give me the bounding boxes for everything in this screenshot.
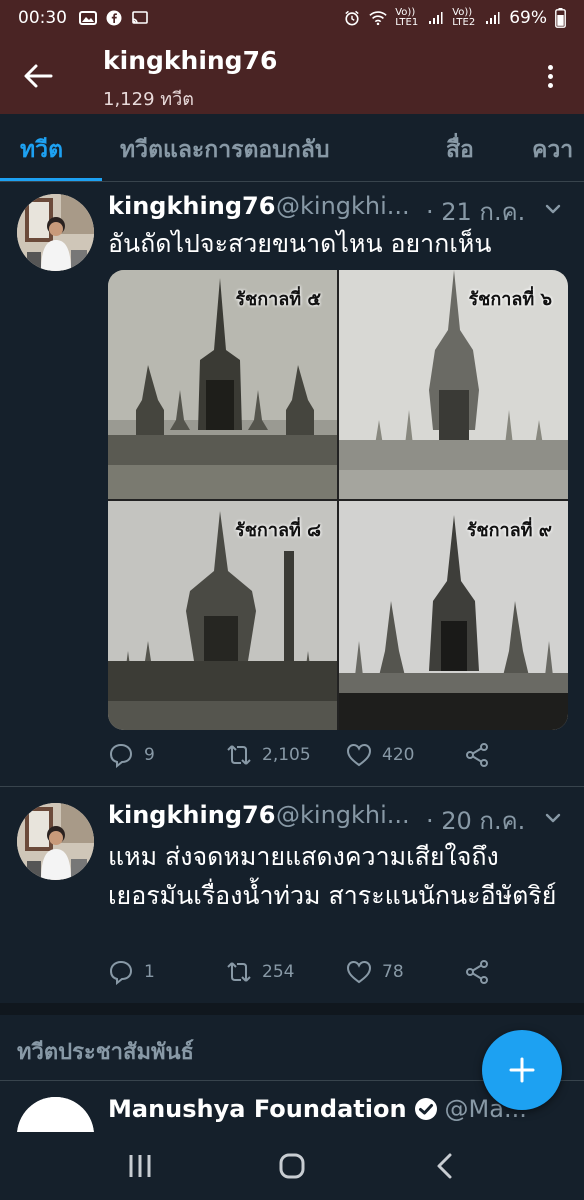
reply-count: 9 (144, 745, 155, 765)
tweet[interactable]: kingkhing76 @kingkhi... · 20 ก.ค. แหม ส่… (0, 787, 584, 1003)
share-button[interactable] (464, 742, 490, 768)
status-time: 00:30 (18, 8, 67, 28)
reply-button[interactable]: 9 (108, 742, 155, 768)
back-nav-icon (437, 1153, 452, 1179)
tweet-photo[interactable]: รัชกาลที่ ๙ (339, 501, 568, 730)
avatar[interactable] (17, 194, 94, 271)
tab-media[interactable]: สื่อ (446, 132, 474, 168)
status-bar: 00:30 Vo)) LTE1 Vo)) LTE2 69% (0, 0, 584, 36)
recents-icon (129, 1155, 151, 1177)
more-options-button[interactable] (540, 58, 560, 94)
tweet-count: 1,129 ทวีต (103, 89, 194, 110)
sim1-label: LTE1 (395, 17, 419, 28)
section-separator (0, 1003, 584, 1015)
share-button[interactable] (464, 959, 490, 985)
reply-count: 1 (144, 962, 155, 982)
share-icon (466, 743, 488, 767)
photo-caption: รัชกาลที่ ๙ (466, 520, 552, 541)
tweet-author-name[interactable]: kingkhing76 (108, 192, 275, 220)
tweet[interactable]: kingkhing76 @kingkhi... · 21 ก.ค. อันถัด… (0, 182, 584, 786)
avatar[interactable] (17, 803, 94, 880)
chevron-down-icon[interactable] (544, 200, 562, 218)
recents-button[interactable] (120, 1150, 160, 1182)
alarm-icon (345, 10, 359, 26)
reply-button[interactable]: 1 (108, 959, 155, 985)
retweet-icon (227, 962, 251, 982)
like-button[interactable]: 420 (346, 742, 414, 768)
share-icon (466, 960, 488, 984)
tweet-author-name[interactable]: kingkhing76 (108, 801, 275, 829)
retweet-button[interactable]: 254 (226, 959, 294, 985)
profile-title: kingkhing76 (103, 46, 278, 75)
like-icon (346, 960, 372, 984)
tweet-actions: 9 2,105 420 (108, 742, 558, 774)
tab-tweets-and-replies[interactable]: ทวีตและการตอบกลับ (120, 132, 329, 168)
photo-caption: รัชกาลที่ ๘ (235, 520, 321, 541)
like-button[interactable]: 78 (346, 959, 404, 985)
tweet-text: แหม ส่งจดหมายแสดงความเสียใจถึงเยอรมันเรื… (108, 842, 557, 910)
plus-icon (509, 1057, 535, 1083)
home-icon (279, 1153, 305, 1179)
manushya-logo-icon (17, 1097, 94, 1132)
photo-caption: รัชกาลที่ ๖ (468, 289, 552, 310)
reply-icon (109, 960, 133, 985)
battery-icon (555, 8, 566, 28)
facebook-icon (106, 10, 122, 26)
verified-icon (414, 1098, 437, 1120)
compose-tweet-button[interactable] (482, 1030, 562, 1110)
retweet-icon (227, 745, 251, 765)
reply-icon (109, 743, 133, 768)
system-navigation-bar (0, 1132, 584, 1200)
photo-caption: รัชกาลที่ ๕ (235, 289, 321, 310)
cast-icon (132, 11, 148, 24)
sim2-label: LTE2 (452, 17, 476, 28)
promoted-author-name: Manushya Foundation (108, 1095, 407, 1123)
back-arrow-icon (24, 64, 53, 88)
tab-tweets[interactable]: ทวีต (20, 132, 63, 168)
promoted-author[interactable]: Manushya Foundation @Ma... (108, 1095, 527, 1123)
home-button[interactable] (272, 1150, 312, 1182)
battery-percent: 69% (509, 8, 547, 28)
signal-icon (429, 12, 443, 24)
avatar-photo (17, 803, 94, 880)
tweet-photo[interactable]: รัชกาลที่ ๕ (108, 270, 337, 499)
wifi-icon (369, 11, 387, 26)
profile-header: kingkhing76 1,129 ทวีต (0, 36, 584, 114)
tweet-author-handle[interactable]: @kingkhi... (276, 192, 410, 220)
chevron-down-icon[interactable] (544, 809, 562, 827)
tweet-photo[interactable]: รัชกาลที่ ๘ (108, 501, 337, 730)
tweet-photo-grid[interactable]: รัชกาลที่ ๕ รัชกาลที่ ๖ รัชกาลที่ ๘ รัชก… (108, 270, 568, 730)
profile-tabs: ทวีต ทวีตและการตอบกลับ สื่อ ควา (0, 114, 584, 182)
tweet-author-handle[interactable]: @kingkhi... (276, 801, 410, 829)
retweet-count: 254 (262, 962, 295, 982)
signal-icon (486, 12, 500, 24)
like-count: 78 (382, 962, 404, 982)
gallery-icon (79, 11, 97, 25)
related-tweets-title: ทวีตประชาสัมพันธ์ (17, 1040, 194, 1065)
back-nav-button[interactable] (424, 1150, 464, 1182)
tweet-text: อันถัดไปจะสวยขนาดไหน อยากเห็น (108, 229, 492, 258)
avatar-photo (17, 194, 94, 271)
tweet-photo[interactable]: รัชกาลที่ ๖ (339, 270, 568, 499)
like-icon (346, 743, 372, 767)
retweet-button[interactable]: 2,105 (226, 742, 311, 768)
like-count: 420 (382, 745, 415, 765)
retweet-count: 2,105 (262, 745, 311, 765)
avatar[interactable] (17, 1097, 94, 1132)
more-vertical-icon (547, 64, 553, 70)
tab-likes[interactable]: ควา (532, 132, 573, 168)
back-button[interactable] (20, 58, 56, 94)
tweet-actions: 1 254 78 (108, 959, 558, 991)
tweet-date[interactable]: · 20 ก.ค. (426, 801, 525, 840)
